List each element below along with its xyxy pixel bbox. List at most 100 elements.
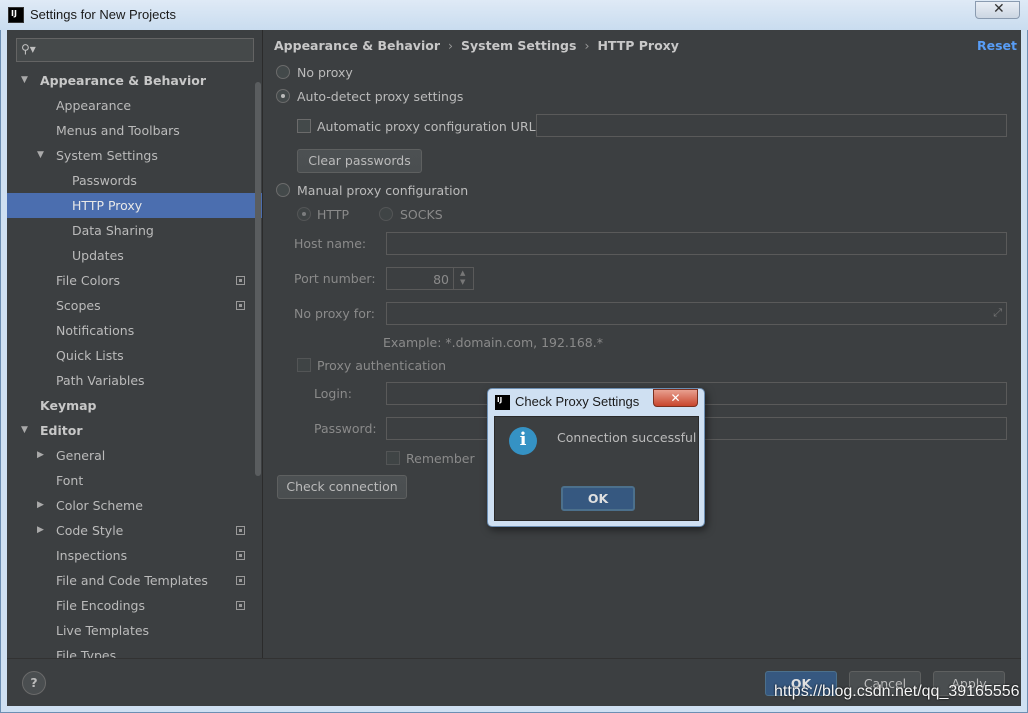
intellij-app-icon (8, 7, 24, 23)
expanded-arrow-icon[interactable]: ▼ (21, 418, 28, 443)
dialog-title: Check Proxy Settings (515, 394, 640, 409)
help-button[interactable]: ? (22, 671, 46, 695)
sidebar-item-http-proxy[interactable]: HTTP Proxy (7, 193, 262, 218)
sidebar-item-label: Scopes (56, 298, 101, 313)
spinner-up-icon[interactable]: ▲ (460, 269, 465, 277)
project-settings-icon (236, 601, 245, 610)
auto-config-url-field[interactable] (536, 114, 1007, 137)
close-icon: ✕ (670, 391, 681, 405)
collapsed-arrow-icon[interactable]: ▶ (37, 518, 44, 543)
reset-link[interactable]: Reset (977, 38, 1017, 53)
sidebar-item-file-and-code-templates[interactable]: File and Code Templates (7, 568, 262, 593)
expanded-arrow-icon[interactable]: ▼ (21, 68, 28, 93)
port-number-value: 80 (433, 272, 449, 287)
project-settings-icon (236, 301, 245, 310)
spinner-down-icon[interactable]: ▼ (460, 278, 465, 286)
manual-proxy-label: Manual proxy configuration (297, 183, 469, 198)
sidebar-item-menus-and-toolbars[interactable]: Menus and Toolbars (7, 118, 262, 143)
clear-passwords-button[interactable]: Clear passwords (297, 149, 422, 173)
auto-detect-radio[interactable] (276, 89, 290, 103)
watermark-url: https://blog.csdn.net/qq_39165556 (774, 683, 1020, 700)
sidebar-item-general[interactable]: ▶ General (7, 443, 262, 468)
sidebar-item-quick-lists[interactable]: Quick Lists (7, 343, 262, 368)
sidebar-item-label: Color Scheme (56, 498, 143, 513)
collapsed-arrow-icon[interactable]: ▶ (37, 443, 44, 468)
sidebar-item-color-scheme[interactable]: ▶ Color Scheme (7, 493, 262, 518)
proxy-auth-label: Proxy authentication (317, 358, 447, 373)
no-proxy-for-label: No proxy for: (294, 306, 375, 321)
sidebar-item-label: Quick Lists (56, 348, 124, 363)
port-number-spinner[interactable]: 80 ▲ ▼ (386, 267, 474, 290)
settings-search-input[interactable]: ⚲▾ (16, 38, 254, 62)
sidebar-item-notifications[interactable]: Notifications (7, 318, 262, 343)
dialog-message: Connection successful (557, 430, 697, 445)
check-connection-button[interactable]: Check connection (277, 475, 407, 499)
host-name-field[interactable] (386, 232, 1007, 255)
sidebar-scrollbar[interactable] (255, 82, 261, 476)
expanded-arrow-icon[interactable]: ▼ (37, 143, 44, 168)
window-close-button[interactable]: ✕ (975, 1, 1020, 19)
auto-config-url-checkbox[interactable] (297, 119, 311, 133)
sidebar-item-system-settings[interactable]: ▼ System Settings (7, 143, 262, 168)
no-proxy-radio[interactable] (276, 65, 290, 79)
http-label: HTTP (317, 207, 349, 222)
port-spinner-buttons[interactable]: ▲ ▼ (453, 268, 473, 289)
sidebar-item-live-templates[interactable]: Live Templates (7, 618, 262, 643)
sidebar-item-label: Menus and Toolbars (56, 123, 180, 138)
sidebar-item-label: Font (56, 473, 84, 488)
auto-detect-label: Auto-detect proxy settings (297, 89, 464, 104)
sidebar-item-label: Data Sharing (72, 223, 154, 238)
sidebar-item-label: File Types (56, 648, 117, 658)
check-proxy-dialog: Check Proxy Settings ✕ Connection succes… (487, 388, 705, 527)
proxy-auth-checkbox[interactable] (297, 358, 311, 372)
socks-radio[interactable] (379, 207, 393, 221)
manual-proxy-radio[interactable] (276, 183, 290, 197)
project-settings-icon (236, 551, 245, 560)
breadcrumb-separator: › (584, 38, 590, 53)
http-radio[interactable] (297, 207, 311, 221)
sidebar-item-label: Inspections (56, 548, 128, 563)
no-proxy-for-field[interactable]: ⤢ (386, 302, 1007, 325)
sidebar-item-inspections[interactable]: Inspections (7, 543, 262, 568)
dialog-footer: ? OK Cancel Apply https://blog.csdn.net/… (7, 658, 1021, 706)
sidebar-item-label: Passwords (72, 173, 137, 188)
sidebar-item-code-style[interactable]: ▶ Code Style (7, 518, 262, 543)
sidebar-item-label: File and Code Templates (56, 573, 208, 588)
remember-checkbox[interactable] (386, 451, 400, 465)
sidebar-item-keymap[interactable]: Keymap (7, 393, 262, 418)
sidebar-item-scopes[interactable]: Scopes (7, 293, 262, 318)
sidebar-item-data-sharing[interactable]: Data Sharing (7, 218, 262, 243)
close-icon: ✕ (993, 1, 1005, 17)
no-proxy-label: No proxy (297, 65, 353, 80)
sidebar-item-appearance[interactable]: Appearance (7, 93, 262, 118)
sidebar-item-passwords[interactable]: Passwords (7, 168, 262, 193)
project-settings-icon (236, 276, 245, 285)
sidebar-item-label: Appearance (56, 98, 132, 113)
sidebar-item-path-variables[interactable]: Path Variables (7, 368, 262, 393)
remember-label: Remember (406, 451, 475, 466)
dialog-ok-button[interactable]: OK (561, 486, 635, 511)
sidebar-item-appearance-behavior[interactable]: ▼ Appearance & Behavior (7, 68, 262, 93)
title-bar[interactable]: Settings for New Projects ✕ (0, 0, 1028, 30)
breadcrumb-item: HTTP Proxy (597, 38, 679, 53)
intellij-app-icon (495, 395, 510, 410)
sidebar-item-file-colors[interactable]: File Colors (7, 268, 262, 293)
login-label: Login: (314, 386, 352, 401)
search-icon: ⚲▾ (21, 42, 36, 56)
host-name-label: Host name: (294, 236, 367, 251)
dialog-close-button[interactable]: ✕ (653, 389, 698, 407)
sidebar-item-updates[interactable]: Updates (7, 243, 262, 268)
sidebar-item-label: Updates (72, 248, 124, 263)
sidebar-item-font[interactable]: Font (7, 468, 262, 493)
breadcrumb: Appearance & Behavior › System Settings › HT… (274, 38, 679, 53)
sidebar-item-label: Code Style (56, 523, 124, 538)
breadcrumb-item: System Settings (461, 38, 577, 53)
collapsed-arrow-icon[interactable]: ▶ (37, 493, 44, 518)
http-proxy-panel: Appearance & Behavior › System Settings › HT… (264, 30, 1021, 658)
sidebar-item-editor[interactable]: ▼ Editor (7, 418, 262, 443)
sidebar-item-file-types[interactable]: File Types (7, 643, 262, 658)
expand-icon[interactable]: ⤢ (993, 306, 1002, 320)
sidebar-item-file-encodings[interactable]: File Encodings (7, 593, 262, 618)
window-title: Settings for New Projects (30, 7, 176, 22)
socks-label: SOCKS (400, 207, 443, 222)
